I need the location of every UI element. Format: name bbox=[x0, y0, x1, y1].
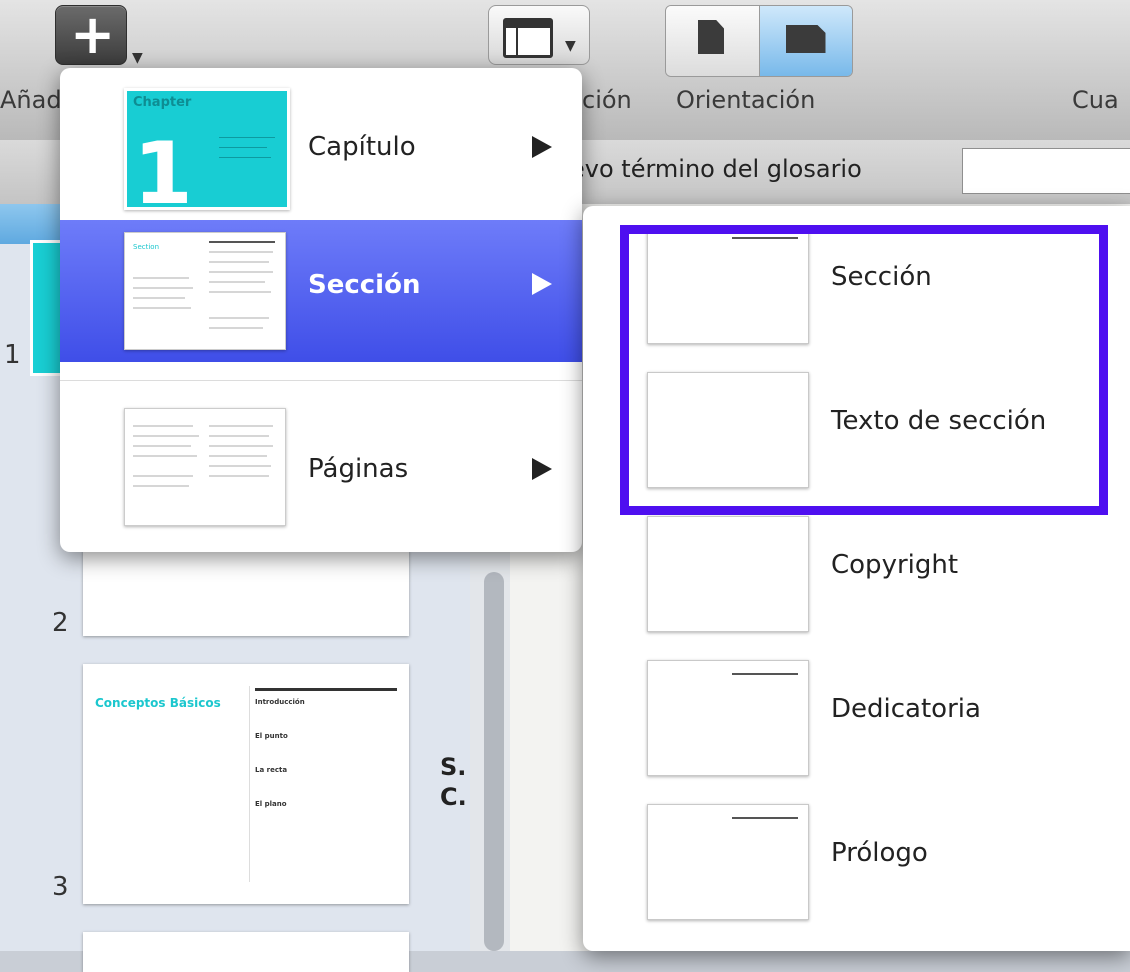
caret-down-icon: ▼ bbox=[565, 38, 576, 54]
view-button[interactable]: ▼ bbox=[488, 5, 590, 65]
thumbnail-line bbox=[209, 475, 269, 477]
thumbnail-side-item: El punto bbox=[255, 732, 288, 740]
chapter-thumbnail-number: 1 bbox=[133, 124, 193, 210]
submenu-arrow-icon bbox=[532, 458, 552, 480]
thumbnail-line bbox=[133, 475, 193, 477]
plus-icon: + bbox=[70, 3, 116, 66]
menu-item-label: Sección bbox=[308, 270, 421, 300]
thumbnail-line bbox=[133, 425, 193, 427]
view-label: ción bbox=[582, 86, 632, 114]
thumbnail-line bbox=[209, 281, 265, 283]
thumbnail-line bbox=[209, 465, 271, 467]
submenu-item-label: Dedicatoria bbox=[831, 694, 981, 724]
portrait-button[interactable] bbox=[666, 6, 760, 76]
scrollbar-thumb[interactable] bbox=[484, 572, 504, 951]
page-thumbnail-2[interactable] bbox=[83, 550, 409, 636]
page-number: 2 bbox=[52, 608, 69, 638]
thumbnail-line bbox=[133, 435, 199, 437]
divider bbox=[249, 686, 250, 882]
prologue-thumbnail bbox=[647, 804, 809, 920]
pages-thumbnail bbox=[124, 408, 286, 526]
chapter-thumbnail: Chapter 1 bbox=[124, 88, 290, 210]
menu-item-pages[interactable]: Páginas bbox=[60, 398, 582, 540]
side-note-line: C. bbox=[440, 783, 467, 811]
thumbnail-line bbox=[133, 307, 191, 309]
thumbnail-line bbox=[209, 251, 273, 253]
page-thumbnail-3[interactable]: Conceptos Básicos Introducción El punto … bbox=[83, 664, 409, 904]
add-label: Añad bbox=[0, 86, 62, 114]
submenu-item-dedication[interactable]: Dedicatoria bbox=[583, 638, 1130, 782]
page-side-note: S. C. bbox=[440, 752, 467, 812]
thumbnail-line bbox=[133, 277, 189, 279]
thumbnail-line bbox=[219, 137, 275, 138]
glossary-search-input[interactable] bbox=[962, 148, 1130, 194]
submenu-item-label: Copyright bbox=[831, 550, 959, 580]
caret-down-icon[interactable]: ▼ bbox=[132, 50, 143, 66]
thumbnail-title: Section bbox=[133, 243, 160, 251]
add-page-button[interactable]: + bbox=[55, 3, 127, 66]
thumbnail-line bbox=[209, 317, 269, 319]
copyright-thumbnail bbox=[647, 516, 809, 632]
submenu-item-label: Prólogo bbox=[831, 838, 928, 868]
thumbnail-line bbox=[133, 485, 189, 487]
thumbnail-line bbox=[209, 425, 273, 427]
add-page-menu: Chapter 1 Capítulo Section Sección Págin… bbox=[60, 68, 582, 552]
thumbnail-rule bbox=[732, 817, 798, 819]
thumbnail-line bbox=[209, 455, 267, 457]
section-thumbnail: Section bbox=[124, 232, 286, 350]
menu-item-section[interactable]: Section Sección bbox=[60, 220, 582, 362]
dedication-thumbnail bbox=[647, 660, 809, 776]
page-thumbnail-4[interactable] bbox=[83, 932, 409, 972]
page-number: 3 bbox=[52, 872, 69, 902]
submenu-item-copyright[interactable]: Copyright bbox=[583, 494, 1130, 638]
thumbnail-line bbox=[209, 435, 269, 437]
thumbnail-line bbox=[209, 261, 269, 263]
thumbnail-side-item: Introducción bbox=[255, 698, 305, 706]
thumbnail-line bbox=[133, 287, 193, 289]
thumbnail-line bbox=[219, 157, 271, 158]
highlight-annotation bbox=[620, 225, 1108, 515]
thumbnail-line bbox=[209, 271, 273, 273]
submenu-arrow-icon bbox=[532, 136, 552, 158]
toolbar-label-right: Cua bbox=[1072, 86, 1119, 114]
thumbnail-line bbox=[219, 147, 267, 148]
landscape-page-icon bbox=[785, 25, 826, 53]
menu-item-label: Capítulo bbox=[308, 132, 416, 162]
thumbnail-line bbox=[209, 291, 271, 293]
divider bbox=[255, 688, 397, 691]
menu-item-chapter[interactable]: Chapter 1 Capítulo bbox=[60, 68, 582, 210]
thumbnail-line bbox=[133, 445, 191, 447]
page-number: 1 bbox=[4, 340, 21, 370]
thumbnail-line bbox=[133, 455, 197, 457]
new-glossary-term-label[interactable]: evo término del glosario bbox=[570, 155, 862, 183]
thumbnail-rule bbox=[209, 241, 275, 243]
orientation-label: Orientación bbox=[676, 86, 816, 114]
portrait-page-icon bbox=[698, 20, 724, 54]
submenu-arrow-icon bbox=[532, 273, 552, 295]
thumbnail-side-item: La recta bbox=[255, 766, 288, 774]
menu-separator bbox=[60, 380, 582, 381]
landscape-button[interactable] bbox=[759, 6, 852, 76]
orientation-control[interactable] bbox=[665, 5, 853, 77]
thumbnail-line bbox=[209, 445, 273, 447]
chapter-thumbnail-word: Chapter bbox=[133, 95, 192, 110]
thumbnail-title: Conceptos Básicos bbox=[95, 696, 221, 710]
thumbnail-rule bbox=[732, 673, 798, 675]
submenu-item-prologue[interactable]: Prólogo bbox=[583, 782, 1130, 926]
menu-item-label: Páginas bbox=[308, 454, 409, 484]
thumbnail-side-item: El plano bbox=[255, 800, 287, 808]
sidebar-view-icon bbox=[503, 18, 553, 58]
side-note-line: S. bbox=[440, 753, 467, 781]
thumbnail-line bbox=[209, 327, 263, 329]
thumbnail-line bbox=[133, 297, 185, 299]
